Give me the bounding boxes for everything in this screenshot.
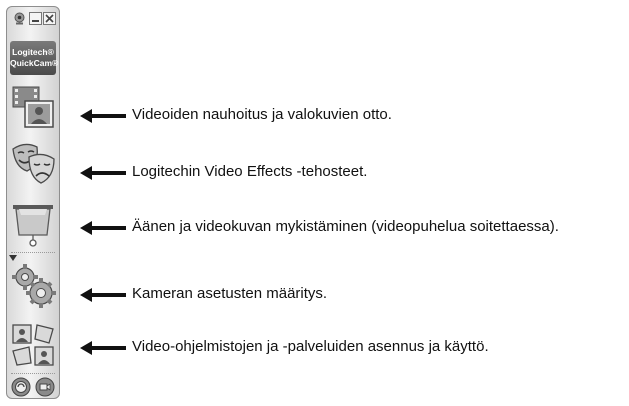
theater-masks-icon xyxy=(9,139,57,187)
video-camera-photo-icon xyxy=(9,83,57,131)
title-bar xyxy=(7,7,59,33)
toolbar-divider xyxy=(11,252,55,253)
callout-arrow-icon xyxy=(80,288,126,302)
help-button[interactable] xyxy=(11,377,31,397)
quickcam-toolbar: Logitech® QuickCam® xyxy=(6,6,60,399)
label-camera-settings: Kameran asetusten määritys. xyxy=(132,285,328,302)
label-video-photo: Videoiden nauhoitus ja valokuvien otto. xyxy=(132,106,392,123)
video-effects-button[interactable] xyxy=(9,139,57,187)
privacy-shade-icon xyxy=(9,197,57,249)
toolbar-divider-bottom xyxy=(11,373,55,374)
camera-view-button[interactable] xyxy=(35,377,55,397)
camera-settings-button[interactable] xyxy=(9,261,57,309)
label-video-effects: Logitechin Video Effects -tehosteet. xyxy=(132,163,368,180)
label-privacy-mute: Äänen ja videokuvan mykistäminen (videop… xyxy=(132,218,559,235)
webcam-icon xyxy=(13,12,26,25)
callout-arrow-icon xyxy=(80,166,126,180)
minimize-button[interactable] xyxy=(29,12,42,25)
callout-arrow-icon xyxy=(80,109,126,123)
privacy-mute-button[interactable] xyxy=(9,197,57,247)
label-video-applications: Video-ohjelmistojen ja -palveluiden asen… xyxy=(132,338,489,355)
video-photo-button[interactable] xyxy=(9,83,57,131)
applications-icon xyxy=(9,321,57,369)
callout-arrow-icon xyxy=(80,221,126,235)
gears-icon xyxy=(9,261,57,309)
close-button[interactable] xyxy=(43,12,56,25)
callout-arrow-icon xyxy=(80,341,126,355)
video-applications-button[interactable] xyxy=(9,321,57,369)
logo-line-1: Logitech® xyxy=(12,47,54,57)
logo-line-2: QuickCam® xyxy=(10,58,59,68)
logitech-quickcam-logo: Logitech® QuickCam® xyxy=(10,41,59,75)
